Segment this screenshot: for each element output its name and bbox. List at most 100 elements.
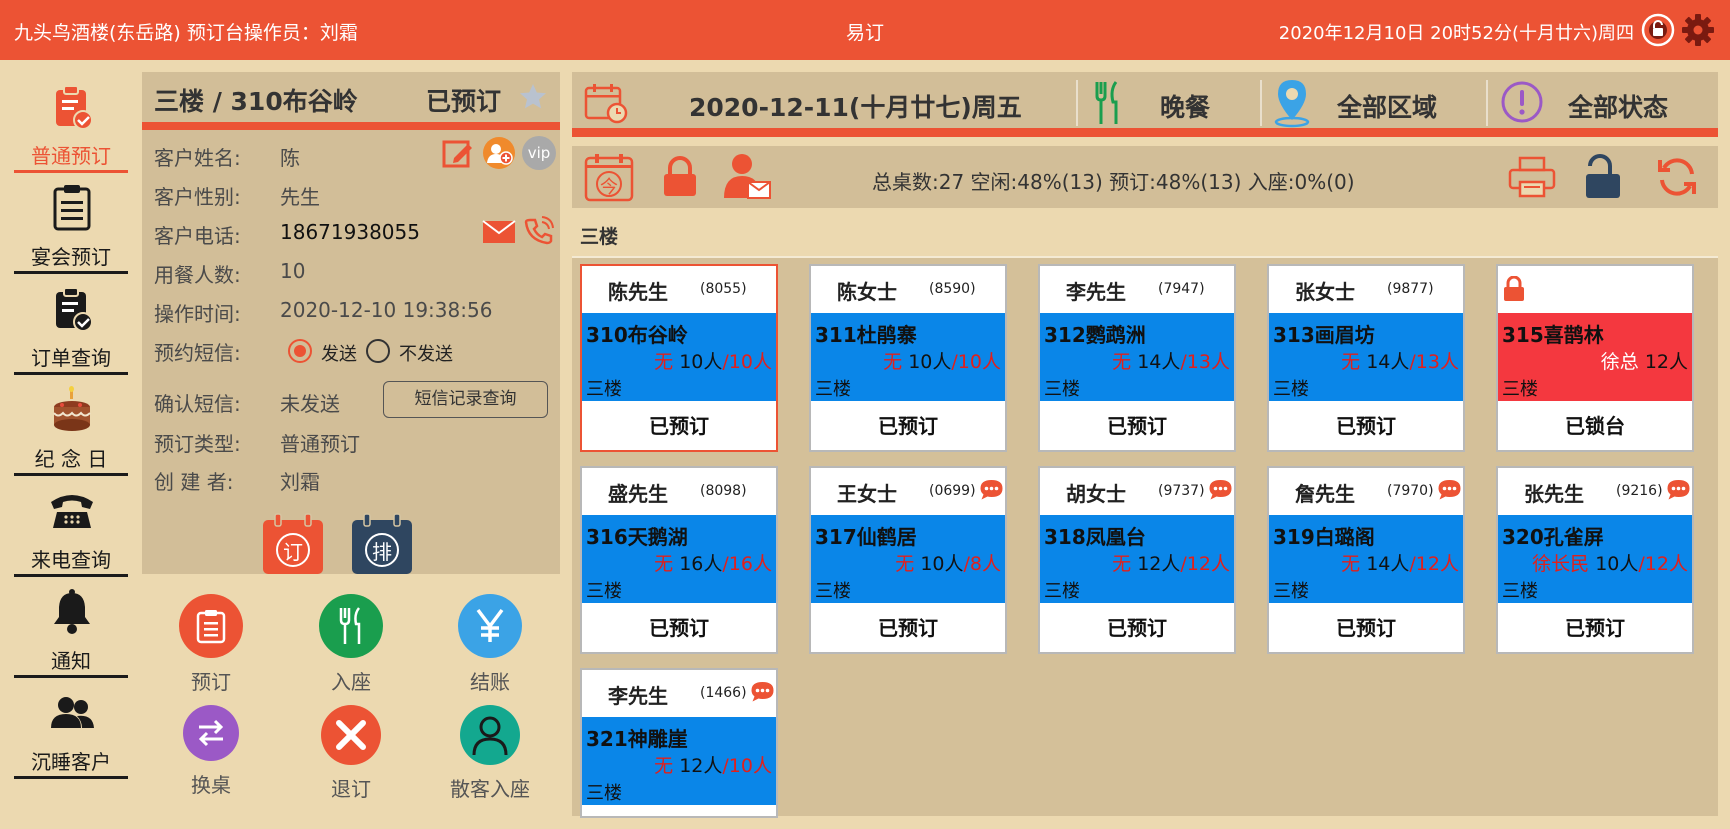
reserve-button[interactable]: 预订 bbox=[166, 594, 256, 695]
walk-in-seat-button[interactable]: 散客入座 bbox=[440, 705, 540, 802]
table-stats: 总桌数:27 空闲:48%(13) 预订:48%(13) 入座:0%(0) bbox=[872, 170, 1355, 194]
edit-icon[interactable] bbox=[442, 138, 474, 170]
telephone-icon bbox=[51, 495, 93, 528]
table-card[interactable]: 陈先生 (8055) 310布谷岭无 10人/10人 三楼 已预订 bbox=[580, 264, 778, 452]
table-card[interactable]: 李先生 (1466) 321神雕崖无 12人/10人 三楼 bbox=[580, 668, 778, 818]
table-card[interactable]: 李先生 (7947) 312鹦鹉洲无 14人/13人 三楼 已预订 bbox=[1038, 264, 1236, 452]
guest-info: 无 12人/12人 bbox=[1112, 549, 1230, 576]
cake-icon bbox=[53, 386, 91, 431]
guest-info: 无 14人/12人 bbox=[1341, 549, 1459, 576]
people-count: 16人 bbox=[679, 553, 723, 575]
table-floor: 三楼 bbox=[1502, 581, 1538, 602]
table-card[interactable]: 张女士 (9877) 313画眉坊无 14人/13人 三楼 已预订 bbox=[1267, 264, 1465, 452]
customer-name-value: 陈 bbox=[280, 146, 300, 170]
action-label: 结账 bbox=[470, 670, 510, 694]
nav-label: 来电查询 bbox=[31, 548, 111, 572]
cancel-reservation-button[interactable]: 退订 bbox=[306, 705, 396, 802]
message-bubble-icon[interactable] bbox=[1666, 479, 1691, 501]
nav-item-anniversary[interactable]: 纪 念 日 bbox=[14, 375, 128, 476]
sms-nosend-radio[interactable] bbox=[366, 339, 390, 363]
table-card[interactable]: 315喜鹊林 徐总 12人 三楼 已锁台 bbox=[1496, 264, 1694, 452]
area-filter[interactable]: 全部区域 bbox=[1337, 88, 1437, 124]
status-filter[interactable]: 全部状态 bbox=[1568, 88, 1668, 124]
table-card[interactable]: 詹先生 (7970) 319白璐阁无 14人/12人 三楼 已预订 bbox=[1267, 466, 1465, 654]
room-name: 312鹦鹉洲 bbox=[1044, 323, 1146, 347]
nav-label: 通知 bbox=[51, 649, 91, 673]
field-label: 客户性别: bbox=[154, 185, 241, 209]
sms-send-radio[interactable] bbox=[288, 339, 312, 363]
bell-icon bbox=[54, 589, 90, 634]
checkout-button[interactable]: 结账 bbox=[445, 594, 535, 695]
operation-time-value: 2020-12-10 19:38:56 bbox=[280, 298, 493, 322]
close-icon bbox=[336, 720, 366, 750]
table-card[interactable]: 盛先生 (8098) 316天鹅湖无 16人/16人 三楼 已预订 bbox=[580, 466, 778, 654]
customer-phone-suffix: (0699) bbox=[929, 483, 976, 499]
table-card-header bbox=[1498, 266, 1692, 311]
table-card[interactable]: 张先生 (9216) 320孔雀屏 徐长民 10人/12人 三楼 已预订 bbox=[1496, 466, 1694, 654]
nav-item-notification[interactable]: 通知 bbox=[14, 577, 128, 678]
order-calendar-button[interactable]: 订 bbox=[261, 512, 325, 574]
printer-icon[interactable] bbox=[1508, 156, 1556, 198]
nav-item-dormant-customers[interactable]: 沉睡客户 bbox=[14, 678, 128, 779]
message-bubble-icon[interactable] bbox=[750, 681, 775, 703]
action-label: 换桌 bbox=[191, 773, 231, 797]
vip-badge[interactable]: vip bbox=[522, 136, 556, 170]
table-card[interactable]: 胡女士 (9737) 318凤凰台无 12人/12人 三楼 已预订 bbox=[1038, 466, 1236, 654]
meal-filter[interactable]: 晚餐 bbox=[1160, 88, 1210, 124]
nav-item-normal-reservation[interactable]: 普通预订 bbox=[14, 72, 128, 173]
sms-send-label: 发送 bbox=[321, 344, 357, 365]
guest-name: 无 bbox=[1112, 553, 1132, 575]
lock-screen-icon[interactable] bbox=[1641, 13, 1675, 47]
table-capacity: /12人 bbox=[1409, 553, 1459, 575]
message-bubble-icon[interactable] bbox=[979, 479, 1004, 501]
calendar-clock-icon[interactable] bbox=[584, 82, 628, 124]
seat-button[interactable]: 入座 bbox=[306, 594, 396, 695]
people-count: 14人 bbox=[1137, 351, 1181, 373]
room-name: 311杜鹃寨 bbox=[815, 323, 917, 347]
table-card-body: 321神雕崖无 12人/10人 三楼 bbox=[582, 717, 776, 805]
customer-name: 张女士 bbox=[1295, 280, 1355, 304]
customer-name: 詹先生 bbox=[1295, 482, 1355, 506]
nav-item-order-query[interactable]: 订单查询 bbox=[14, 274, 128, 375]
message-bubble-icon[interactable] bbox=[1437, 479, 1462, 501]
field-label: 预订类型: bbox=[154, 432, 241, 456]
filter-header: 2020-12-11(十月廿七)周五 晚餐 全部区域 全部状态 bbox=[572, 72, 1718, 137]
reservation-date[interactable]: 2020-12-11(十月廿七)周五 bbox=[689, 88, 1022, 124]
table-floor: 三楼 bbox=[815, 581, 851, 602]
schedule-calendar-button[interactable]: 排 bbox=[350, 512, 414, 574]
guest-info: 无 16人/16人 bbox=[654, 549, 772, 576]
confirm-sms-value: 未发送 bbox=[280, 392, 340, 416]
action-label: 预订 bbox=[191, 670, 231, 694]
change-table-button[interactable]: 换桌 bbox=[166, 705, 256, 798]
nav-label: 普通预订 bbox=[31, 144, 111, 168]
star-icon[interactable] bbox=[518, 82, 548, 112]
location-pin-icon bbox=[1274, 80, 1310, 128]
sms-record-query-button[interactable]: 短信记录查询 bbox=[383, 381, 548, 418]
customer-name: 李先生 bbox=[608, 684, 668, 708]
unlock-icon[interactable] bbox=[1584, 154, 1622, 200]
phone-call-icon[interactable] bbox=[524, 216, 554, 246]
message-bubble-icon[interactable] bbox=[1208, 479, 1233, 501]
today-button[interactable]: 今 bbox=[584, 152, 634, 202]
refresh-icon[interactable] bbox=[1656, 156, 1698, 198]
nav-item-incoming-call-query[interactable]: 来电查询 bbox=[14, 476, 128, 577]
restaurant-operator-info: 九头鸟酒楼(东岳路) 预订台操作员：刘霜 bbox=[14, 22, 358, 44]
table-card-body: 318凤凰台无 12人/12人 三楼 bbox=[1040, 515, 1234, 603]
field-label: 确认短信: bbox=[154, 392, 241, 416]
lock-icon[interactable] bbox=[662, 156, 698, 198]
add-customer-icon[interactable] bbox=[482, 136, 516, 170]
customer-message-icon[interactable] bbox=[722, 150, 772, 202]
guest-name: 无 bbox=[654, 553, 674, 575]
nav-item-banquet-reservation[interactable]: 宴会预订 bbox=[14, 173, 128, 274]
table-floor: 三楼 bbox=[1502, 379, 1538, 400]
sms-mail-icon[interactable] bbox=[482, 218, 516, 246]
clipboard-icon bbox=[53, 185, 91, 231]
customer-name-row: 客户姓名: 陈 bbox=[154, 142, 300, 171]
people-count: 12人 bbox=[1137, 553, 1181, 575]
settings-gear-icon[interactable] bbox=[1681, 13, 1715, 47]
fork-knife-icon bbox=[339, 607, 361, 644]
table-card[interactable]: 陈女士 (8590) 311杜鹃寨无 10人/10人 三楼 已预订 bbox=[809, 264, 1007, 452]
table-capacity: /10人 bbox=[951, 351, 1001, 373]
action-label: 入座 bbox=[331, 670, 371, 694]
table-card[interactable]: 王女士 (0699) 317仙鹤居无 10人/8人 三楼 已预订 bbox=[809, 466, 1007, 654]
